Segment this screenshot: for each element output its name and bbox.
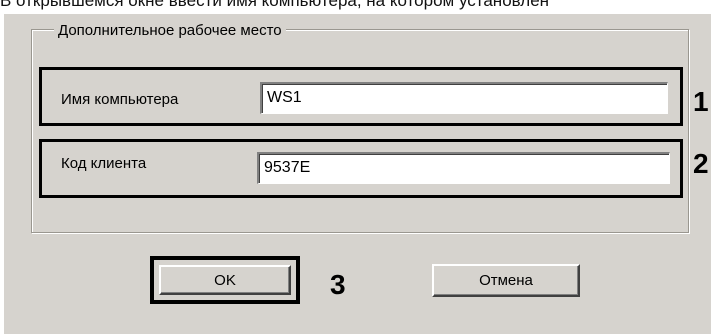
client-code-label: Код клиента xyxy=(61,155,147,172)
client-code-input[interactable]: 9537E xyxy=(257,152,670,184)
cancel-button[interactable]: Отмена xyxy=(432,264,580,297)
callout-number-3: 3 xyxy=(330,269,346,300)
callout-number-2: 2 xyxy=(693,148,709,179)
callout-number-1: 1 xyxy=(693,86,709,117)
group-title: Дополнительное рабочее место xyxy=(54,22,286,39)
computer-name-label: Имя компьютера xyxy=(61,91,179,108)
ok-button[interactable]: OK xyxy=(159,265,291,295)
instruction-text: В открывшемся окне ввести имя компьютера… xyxy=(0,0,550,10)
computer-name-input[interactable]: WS1 xyxy=(260,82,668,114)
group-box xyxy=(31,29,689,233)
